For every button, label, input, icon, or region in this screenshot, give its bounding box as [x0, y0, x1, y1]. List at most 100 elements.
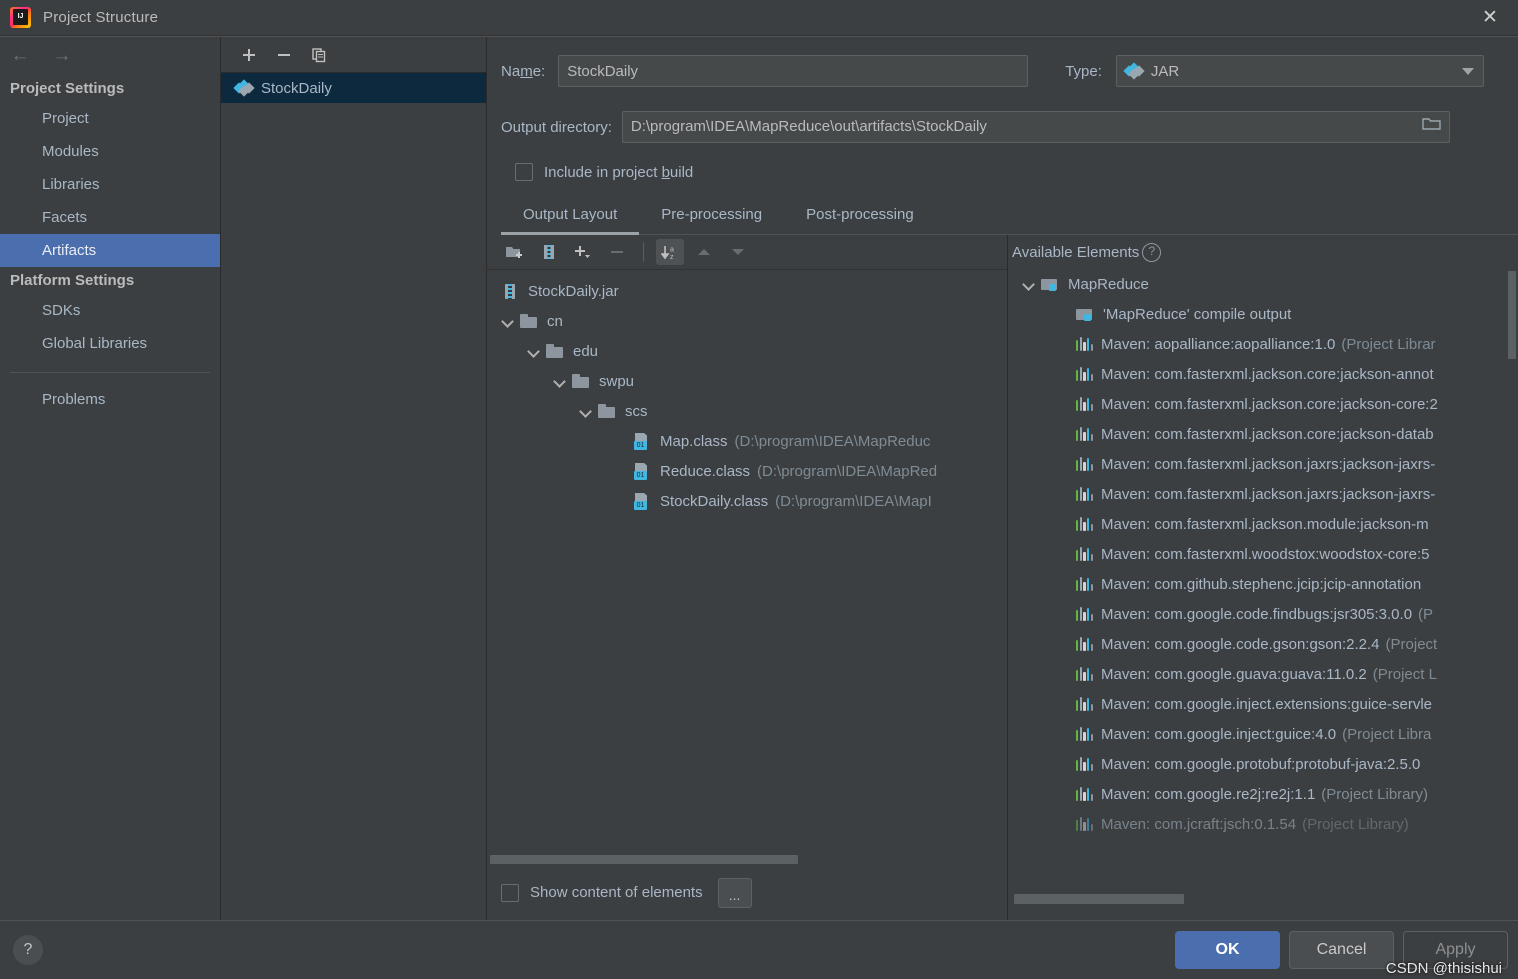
ok-button[interactable]: OK [1175, 931, 1280, 969]
sidebar-item-sdks[interactable]: SDKs [0, 294, 220, 327]
remove-artifact-button[interactable] [270, 41, 297, 68]
sidebar-item-project[interactable]: Project [0, 102, 220, 135]
sidebar-item-modules[interactable]: Modules [0, 135, 220, 168]
name-input[interactable]: StockDaily [558, 55, 1029, 87]
output-layout-pane: a z StockDaily.jar cn edu swpu scs 01 Ma… [487, 235, 1008, 920]
available-node-scope: (P [1418, 605, 1434, 623]
tree-node-map-class[interactable]: Map.class (D:\program\IDEA\MapReduc [487, 426, 1007, 456]
output-layout-footer: Show content of elements ... [487, 865, 1007, 920]
tree-node-swpu[interactable]: swpu [487, 366, 1007, 396]
available-node-library[interactable]: Maven: com.google.inject:guice:4.0 (Proj… [1008, 719, 1518, 749]
chevron-down-icon[interactable] [579, 404, 593, 418]
remove-element-button[interactable] [603, 239, 631, 265]
available-node-library[interactable]: Maven: com.google.re2j:re2j:1.1 (Project… [1008, 779, 1518, 809]
window-title: Project Structure [43, 9, 159, 26]
more-options-button[interactable]: ... [717, 877, 752, 908]
add-element-button[interactable] [569, 239, 597, 265]
available-node-library[interactable]: Maven: com.google.guava:guava:11.0.2 (Pr… [1008, 659, 1518, 689]
tree-node-cn[interactable]: cn [487, 306, 1007, 336]
add-artifact-button[interactable] [235, 41, 262, 68]
library-icon [1076, 427, 1094, 441]
chevron-down-icon[interactable] [1022, 277, 1036, 291]
artifact-item-stockdaily[interactable]: StockDaily [221, 73, 486, 103]
available-elements-horizontal-scrollbar[interactable] [1014, 894, 1184, 904]
available-elements-vertical-scrollbar[interactable] [1507, 269, 1518, 920]
tree-node-stockdaily-class[interactable]: StockDaily.class (D:\program\IDEA\MapI [487, 486, 1007, 516]
tab-output-layout[interactable]: Output Layout [501, 202, 640, 235]
sidebar-item-facets[interactable]: Facets [0, 201, 220, 234]
available-node-library[interactable]: Maven: com.fasterxml.jackson.core:jackso… [1008, 419, 1518, 449]
move-down-button[interactable] [724, 239, 752, 265]
artifact-form: Name: StockDaily Type: JAR Output direct… [487, 37, 1518, 181]
available-node-label: Maven: com.fasterxml.woodstox:woodstox-c… [1101, 545, 1430, 563]
sidebar-item-problems[interactable]: Problems [0, 383, 220, 416]
forward-arrow-icon[interactable]: → [48, 42, 76, 70]
available-node-library[interactable]: Maven: com.fasterxml.jackson.jaxrs:jacks… [1008, 449, 1518, 479]
available-node-label: Maven: com.google.code.gson:gson:2.2.4 [1101, 635, 1380, 653]
available-node-mapreduce[interactable]: MapReduce [1008, 269, 1518, 299]
tab-post-processing[interactable]: Post-processing [784, 202, 936, 235]
cancel-button[interactable]: Cancel [1289, 931, 1394, 969]
library-icon [1076, 577, 1094, 591]
available-node-library[interactable]: Maven: com.github.stephenc.jcip:jcip-ann… [1008, 569, 1518, 599]
available-node-library[interactable]: Maven: com.fasterxml.jackson.core:jackso… [1008, 389, 1518, 419]
tree-node-reduce-class[interactable]: Reduce.class (D:\program\IDEA\MapRed [487, 456, 1007, 486]
sidebar-divider [10, 372, 210, 373]
artifact-tabs: Output Layout Pre-processing Post-proces… [501, 202, 1518, 235]
output-layout-horizontal-scrollbar[interactable] [487, 854, 1007, 865]
module-folder-icon [1041, 276, 1060, 293]
available-node-library[interactable]: Maven: com.fasterxml.jackson.module:jack… [1008, 509, 1518, 539]
available-node-library[interactable]: Maven: com.google.code.findbugs:jsr305:3… [1008, 599, 1518, 629]
sidebar-item-global-libraries[interactable]: Global Libraries [0, 327, 220, 360]
available-node-library[interactable]: Maven: com.jcraft:jsch:0.1.54 (Project L… [1008, 809, 1518, 839]
apply-button[interactable]: Apply [1403, 931, 1508, 969]
chevron-down-icon[interactable] [501, 314, 515, 328]
show-content-checkbox[interactable] [501, 883, 519, 902]
available-node-library[interactable]: Maven: aopalliance:aopalliance:1.0 (Proj… [1008, 329, 1518, 359]
tree-node-edu[interactable]: edu [487, 336, 1007, 366]
browse-folder-icon[interactable] [1422, 112, 1441, 142]
available-node-library[interactable]: Maven: com.fasterxml.woodstox:woodstox-c… [1008, 539, 1518, 569]
available-node-library[interactable]: Maven: com.google.code.gson:gson:2.2.4 (… [1008, 629, 1518, 659]
tree-node-scs[interactable]: scs [487, 396, 1007, 426]
sort-alphabetically-button[interactable]: a z [656, 239, 684, 265]
class-file-icon [633, 433, 652, 450]
move-up-button[interactable] [690, 239, 718, 265]
available-node-library[interactable]: Maven: com.fasterxml.jackson.jaxrs:jacks… [1008, 479, 1518, 509]
scrollbar-thumb[interactable] [490, 855, 798, 864]
tree-node-label: swpu [599, 372, 635, 390]
name-and-type-row: Name: StockDaily Type: JAR [501, 55, 1500, 87]
tab-pre-processing[interactable]: Pre-processing [639, 202, 784, 235]
available-node-label: Maven: com.fasterxml.jackson.core:jackso… [1101, 425, 1434, 443]
available-node-library[interactable]: Maven: com.google.inject.extensions:guic… [1008, 689, 1518, 719]
help-icon[interactable]: ? [13, 935, 43, 965]
library-icon [1076, 457, 1094, 471]
sidebar-item-libraries[interactable]: Libraries [0, 168, 220, 201]
title-bar: Project Structure ✕ [0, 0, 1518, 36]
help-icon[interactable]: ? [1142, 242, 1162, 262]
output-directory-input[interactable]: D:\program\IDEA\MapReduce\out\artifacts\… [621, 111, 1450, 143]
sidebar-item-artifacts[interactable]: Artifacts [0, 234, 220, 267]
available-node-scope: (Project Libra [1342, 725, 1432, 743]
include-in-build-checkbox[interactable] [515, 163, 533, 181]
back-arrow-icon[interactable]: ← [6, 42, 34, 70]
available-elements-list[interactable]: MapReduce 'MapReduce' compile output Mav… [1008, 269, 1518, 920]
chevron-down-icon[interactable] [527, 344, 541, 358]
add-directory-button[interactable] [501, 239, 529, 265]
close-icon[interactable]: ✕ [1462, 0, 1518, 35]
tree-node-label: cn [547, 312, 563, 330]
scrollbar-thumb[interactable] [1508, 271, 1516, 359]
available-node-label: Maven: com.google.inject.extensions:guic… [1101, 695, 1433, 713]
available-node-library[interactable]: Maven: com.google.protobuf:protobuf-java… [1008, 749, 1518, 779]
add-archive-button[interactable] [535, 239, 563, 265]
sidebar-group-project-settings: Project Settings [10, 80, 125, 97]
type-combobox[interactable]: JAR [1115, 55, 1484, 87]
chevron-down-icon[interactable] [553, 374, 567, 388]
output-layout-tree[interactable]: StockDaily.jar cn edu swpu scs 01 Map.cl… [487, 270, 1007, 854]
output-directory-value: D:\program\IDEA\MapReduce\out\artifacts\… [630, 118, 987, 135]
tree-node-jar[interactable]: StockDaily.jar [487, 276, 1007, 306]
available-node-library[interactable]: Maven: com.fasterxml.jackson.core:jackso… [1008, 359, 1518, 389]
include-in-build-row[interactable]: Include in project build [515, 163, 1500, 181]
available-node-compile-output[interactable]: 'MapReduce' compile output [1008, 299, 1518, 329]
copy-artifact-button[interactable] [305, 41, 332, 68]
